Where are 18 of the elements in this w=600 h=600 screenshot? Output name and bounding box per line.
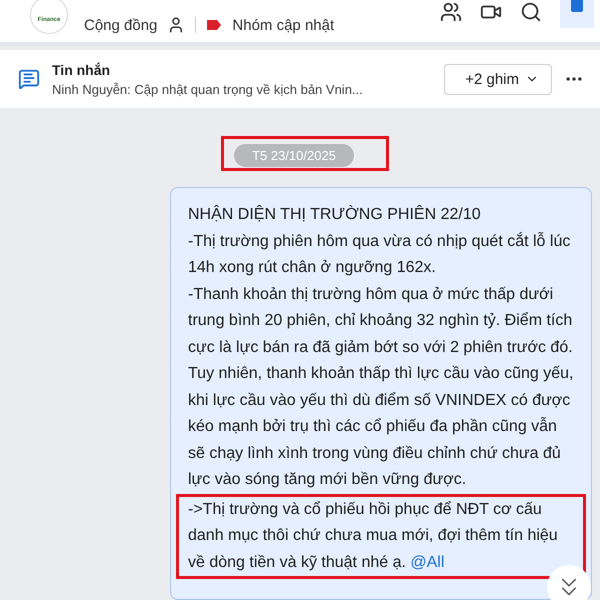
message-text: NHẬN DIỆN THỊ TRƯỜNG PHIÊN 22/10 [187,204,482,225]
pinned-title: Tin nhắn [52,62,112,78]
scroll-down-button[interactable] [547,565,591,600]
message-icon [18,68,40,90]
message-text: -Thị trường phiên hôm qua vừa có nhịp quét cắt lỗ lúc 14h xong rút chân ở ngưỡng 162x. [187,231,572,278]
members-icon[interactable] [440,1,462,23]
message-text: -Thanh khoản thị trường hôm qua ở mức thấp dưới trung bình 20 phiên, chỉ khoảng 32 nghìn tỷ. Điểm tích cực là lực bán ra đã giảm bớt so với 2 phiên trước đó. Tuy nhiên, thanh khoản thấp thì lực cầu vào cũng yếu, khi lực cầu vào yếu thì dù điểm số VNINDEX có được kéo mạnh bởi trụ thì các cổ phiếu đa phần cũng vẫn sẽ chạy lình xình trong vùng điều chỉnh chứ chưa đủ lực vào sóng tăng mới bền vững được. [187,284,574,490]
pinned-preview[interactable]: Ninh Nguyễn: Cập nhật quan trọng về kịch bản Vnin... [52,82,432,96]
pins-dropdown-button[interactable]: +2 ghim [444,64,552,94]
sidebar-panel-icon [570,0,584,14]
tag-icon [206,19,222,31]
search-icon[interactable] [520,1,542,23]
sidebar-toggle[interactable] [560,0,594,28]
group-tag-label[interactable]: Nhóm cập nhật [232,16,334,34]
mention-link[interactable]: @All [410,554,444,570]
date-separator: T5 23/10/2025 [234,144,354,167]
message-text: ->Thị trường và cổ phiếu hồi phục để NĐT cơ cấu danh mục thôi chứ chưa mua mới, đợi thêm tín hiệu về dòng tiền và kỹ thuật nhé ạ. @All [176,494,586,579]
community-label: Cộng đồng [84,16,158,34]
